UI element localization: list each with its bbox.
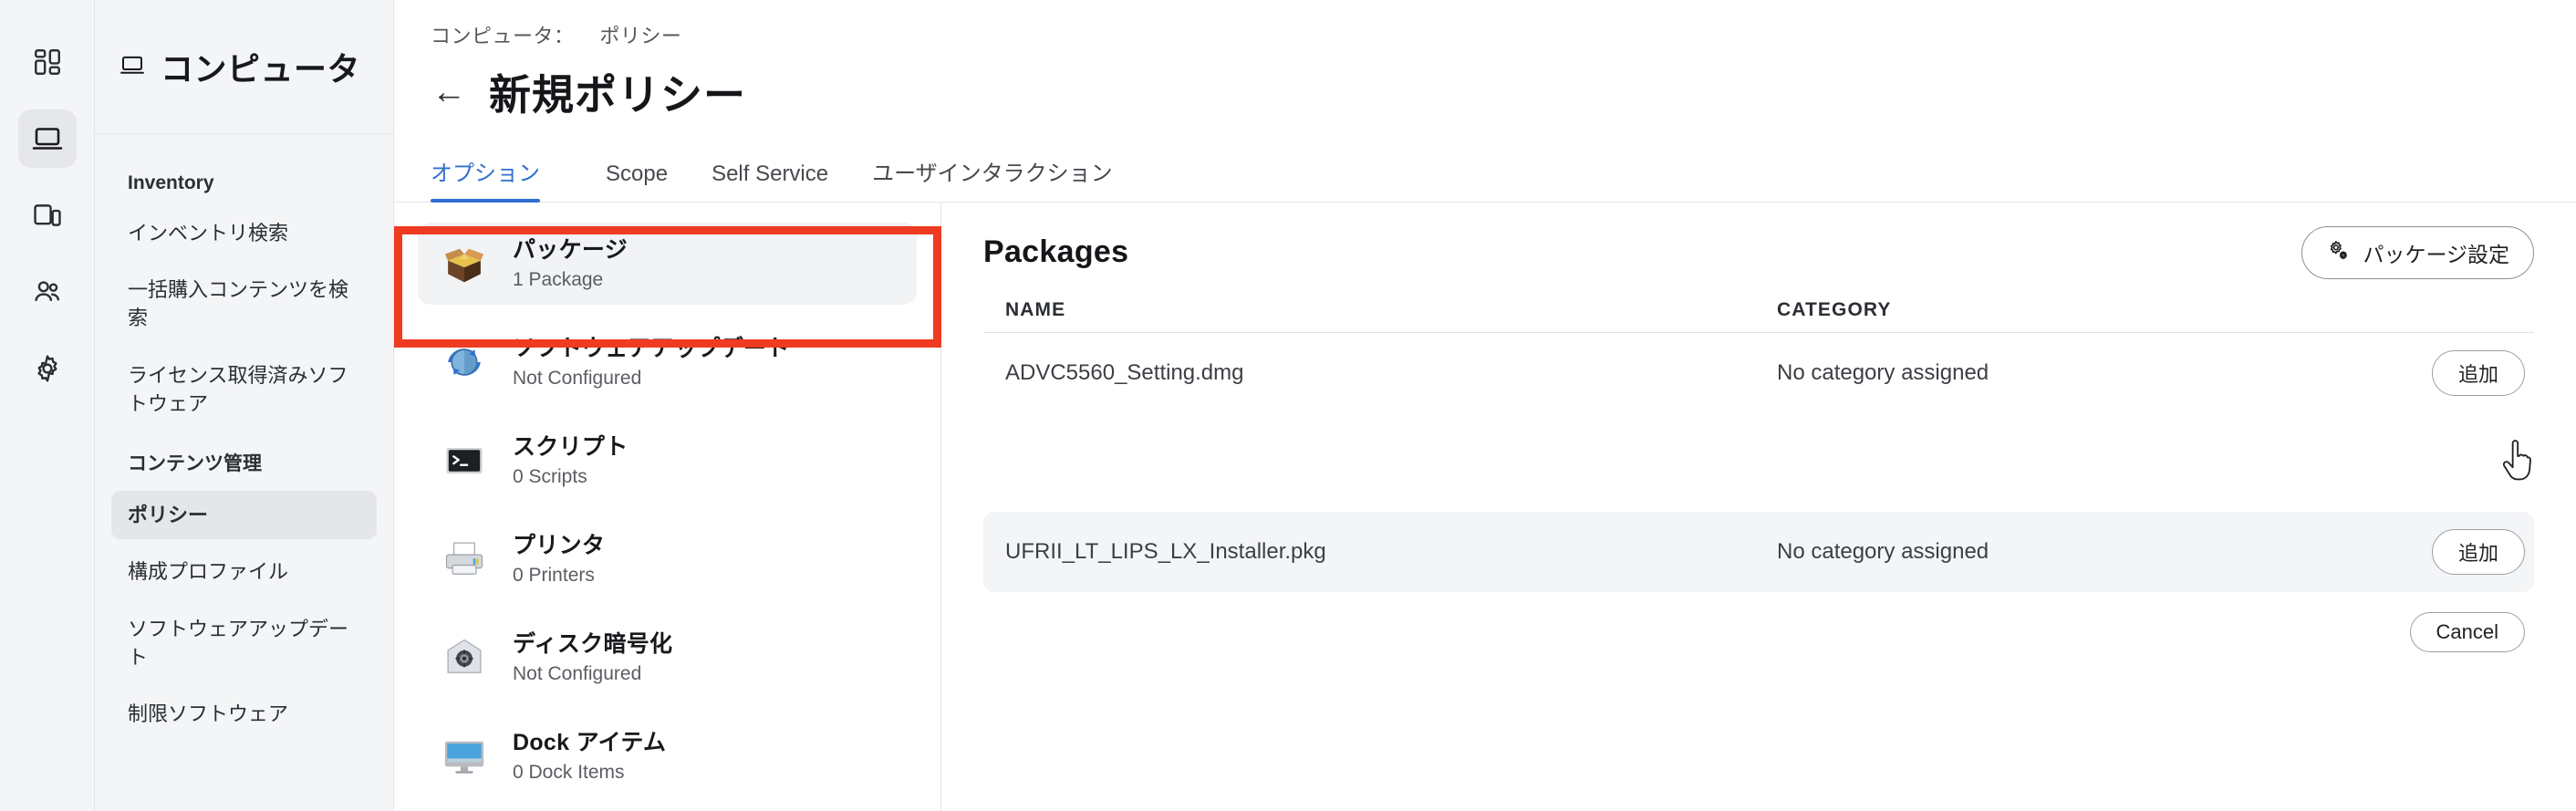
sidebar-nav: Inventory インベントリ検索 一括購入コンテンツを検索 ライセンス取得済… (95, 134, 393, 746)
title-row: ← 新規ポリシー (431, 62, 2576, 122)
payload-item-packages[interactable]: パッケージ 1 Package (418, 222, 917, 305)
sidebar-item-software-updates[interactable]: ソフトウェアアップデート (111, 605, 377, 681)
rail-item-devices[interactable] (18, 186, 77, 244)
payload-item-dock-items[interactable]: Dock アイテム 0 Dock Items (418, 715, 917, 797)
dashboard-icon (32, 47, 63, 78)
payload-name: スクリプト (513, 433, 628, 460)
sidebar-item-inventory-search[interactable]: インベントリ検索 (111, 209, 377, 257)
payload-item-printers[interactable]: プリンタ 0 Printers (418, 518, 917, 600)
sidebar-item-policies[interactable]: ポリシー (111, 491, 377, 540)
script-terminal-icon (436, 432, 493, 489)
rail-item-computers[interactable] (17, 109, 77, 168)
payload-text: パッケージ 1 Package (513, 236, 628, 291)
table-row[interactable]: UFRII_LT_LIPS_LX_Installer.pkg No catego… (983, 511, 2534, 592)
breadcrumb-current[interactable]: ポリシー (599, 25, 681, 47)
package-settings-button[interactable]: パッケージ設定 (2301, 225, 2534, 279)
payload-name: プリンタ (513, 532, 606, 558)
software-update-icon (436, 334, 493, 390)
sidebar-title: コンピュータ (161, 50, 361, 88)
cancel-row: Cancel (983, 592, 2534, 652)
payload-name: ソフトウェアアップデート (513, 335, 790, 361)
row-actions: 追加 (2324, 528, 2534, 575)
content-area: コンピュータ： ポリシー ← 新規ポリシー オプション Scope Self S… (394, 0, 2576, 811)
devices-icon (32, 200, 63, 231)
sidebar-group-label-content-management: コンテンツ管理 (128, 453, 262, 475)
package-settings-label: パッケージ設定 (2363, 242, 2509, 266)
main-columns: パッケージ 1 Package ソフトウェアアップデート Not Configu… (394, 202, 2576, 811)
app-window: コンピュータ Inventory インベントリ検索 一括購入コンテンツを検索 ラ… (0, 0, 2576, 811)
package-name: UFRII_LT_LIPS_LX_Installer.pkg (1005, 538, 1326, 564)
breadcrumb-separator (584, 25, 590, 47)
payload-sub: 1 Package (513, 268, 604, 290)
add-package-button[interactable]: 追加 (2431, 528, 2525, 575)
payload-text: ディスク暗号化 Not Configured (513, 630, 672, 685)
sidebar: コンピュータ Inventory インベントリ検索 一括購入コンテンツを検索 ラ… (95, 0, 394, 811)
page-header: コンピュータ： ポリシー ← 新規ポリシー (394, 0, 2576, 146)
breadcrumb: コンピュータ： ポリシー (431, 20, 2576, 49)
payload-name: Dock アイテム (513, 729, 667, 755)
sidebar-item-configuration-profiles[interactable]: 構成プロファイル (111, 547, 377, 596)
dock-items-icon (436, 728, 493, 785)
row-actions: 追加 (2324, 349, 2534, 396)
settings-icon (32, 353, 63, 384)
package-box-icon (436, 235, 493, 292)
tab-user-interaction[interactable]: ユーザインタラクション (850, 155, 1135, 202)
computer-icon (119, 51, 146, 83)
table-header-row: NAME CATEGORY (983, 299, 2534, 333)
payload-item-software-update[interactable]: ソフトウェアアップデート Not Configured (418, 321, 917, 403)
table-row-spacer (983, 413, 2534, 512)
disk-encryption-icon (436, 629, 493, 686)
packages-header: Packages パッケージ設定 (983, 225, 2534, 299)
icon-rail (0, 0, 95, 811)
sidebar-header: コンピュータ (95, 0, 393, 133)
cancel-button[interactable]: Cancel (2409, 611, 2525, 652)
computers-icon (31, 122, 64, 155)
payload-text: Dock アイテム 0 Dock Items (513, 729, 666, 784)
payload-sub: Not Configured (513, 662, 642, 684)
rail-item-users[interactable] (18, 263, 77, 321)
tab-options[interactable]: オプション (431, 155, 562, 203)
package-category: No category assigned (1777, 359, 1989, 385)
payload-name: ディスク暗号化 (513, 630, 673, 657)
rail-item-dashboard[interactable] (18, 33, 77, 91)
payload-text: プリンタ 0 Printers (513, 532, 605, 587)
back-arrow-icon[interactable]: ← (431, 75, 467, 109)
tab-bar: オプション Scope Self Service ユーザインタラクション (394, 146, 2576, 203)
payload-sub: 0 Dock Items (513, 761, 625, 783)
payload-text: スクリプト 0 Scripts (513, 433, 628, 488)
tab-scope[interactable]: Scope (584, 161, 690, 202)
rail-item-settings[interactable] (18, 339, 77, 398)
sidebar-item-licensed-software[interactable]: ライセンス取得済みソフトウェア (111, 351, 377, 428)
add-package-button[interactable]: 追加 (2431, 349, 2525, 396)
page-title: 新規ポリシー (489, 71, 746, 119)
breadcrumb-root[interactable]: コンピュータ： (431, 25, 575, 47)
tab-self-service[interactable]: Self Service (690, 161, 850, 202)
column-header-category[interactable]: CATEGORY (1777, 299, 2324, 321)
payload-sub: 0 Scripts (513, 465, 587, 487)
payload-sub: 0 Printers (513, 564, 595, 586)
users-icon (32, 276, 63, 307)
payload-text: ソフトウェアアップデート Not Configured (513, 335, 790, 390)
printer-icon (436, 531, 493, 587)
sidebar-item-restricted-software[interactable]: 制限ソフトウェア (111, 690, 377, 738)
sidebar-item-vpp-content-search[interactable]: 一括購入コンテンツを検索 (111, 265, 377, 342)
table-row[interactable]: ADVC5560_Setting.dmg No category assigne… (983, 333, 2534, 413)
package-name: ADVC5560_Setting.dmg (1005, 359, 1244, 385)
packages-table: NAME CATEGORY ADVC5560_Setting.dmg No ca… (983, 299, 2534, 652)
payload-name: パッケージ (513, 236, 628, 263)
payload-list: パッケージ 1 Package ソフトウェアアップデート Not Configu… (394, 202, 941, 811)
payload-item-disk-encryption[interactable]: ディスク暗号化 Not Configured (418, 617, 917, 699)
packages-title: Packages (983, 234, 1129, 270)
sidebar-group-label-inventory: Inventory (128, 172, 214, 193)
payload-item-scripts[interactable]: スクリプト 0 Scripts (418, 420, 917, 502)
column-header-name[interactable]: NAME (983, 299, 1777, 321)
gears-icon (2326, 238, 2350, 267)
packages-pane: Packages パッケージ設定 NAME CATEGORY ADVC5560_… (941, 203, 2576, 811)
package-category: No category assigned (1777, 538, 1989, 564)
payload-sub: Not Configured (513, 367, 642, 389)
column-header-actions (2324, 299, 2534, 321)
